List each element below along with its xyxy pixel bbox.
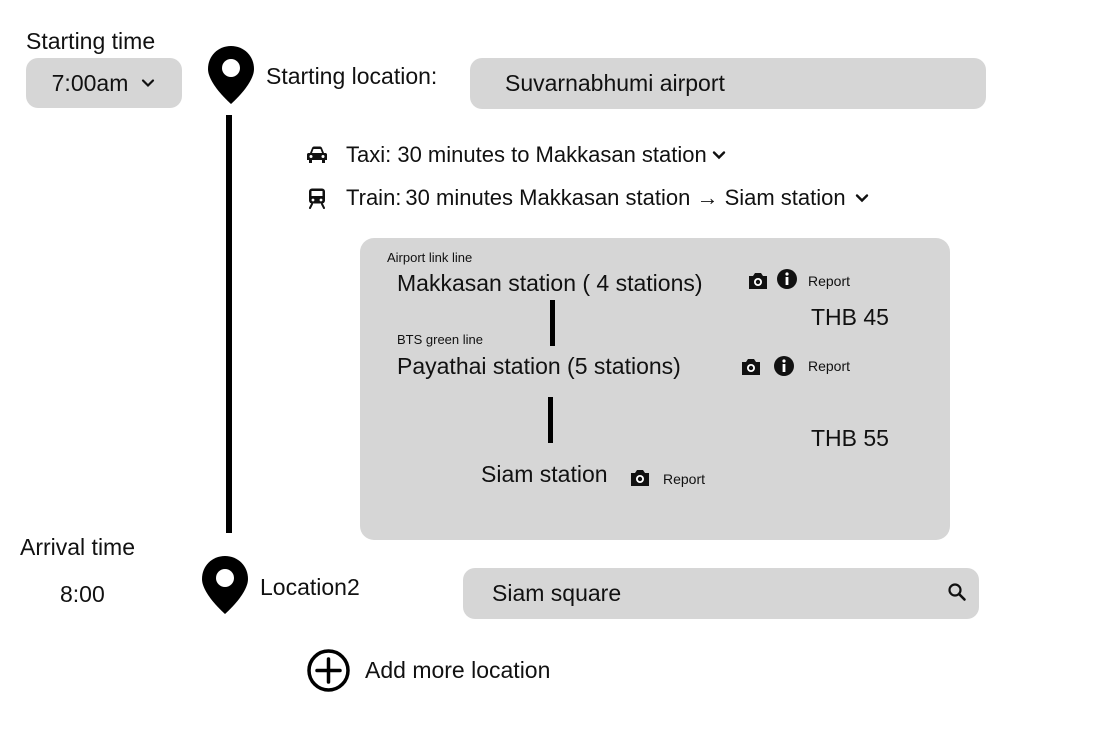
location-pin-icon (208, 46, 254, 104)
station-name: Payathai station (5 stations) (397, 353, 681, 379)
train-icon (309, 188, 325, 209)
report-link[interactable]: Report (808, 358, 850, 374)
starting-time-select[interactable]: 7:00am (26, 58, 182, 108)
destination-label: Location2 (260, 574, 360, 600)
chevron-down-icon (142, 79, 155, 88)
arrival-time-value: 8:00 (60, 581, 105, 607)
starting-location-value: Suvarnabhumi airport (505, 70, 725, 96)
fare-price: THB 45 (811, 304, 889, 330)
report-link[interactable]: Report (808, 273, 850, 289)
info-icon[interactable] (776, 268, 798, 290)
chevron-down-icon[interactable] (854, 190, 870, 206)
destination-value: Siam square (492, 580, 622, 606)
search-icon[interactable] (947, 582, 967, 602)
add-location-label: Add more location (365, 657, 551, 683)
starting-location-field[interactable]: Suvarnabhumi airport (470, 58, 986, 109)
camera-icon[interactable] (629, 468, 651, 488)
camera-icon[interactable] (740, 357, 762, 377)
chevron-down-icon[interactable] (711, 147, 727, 163)
step-train[interactable]: Train: 30 minutes Makkasan station → Sia… (306, 185, 870, 211)
step-taxi[interactable]: Taxi: 30 minutes to Makkasan station (306, 142, 727, 168)
starting-time-value: 7:00am (51, 69, 129, 96)
step-taxi-text: Taxi: 30 minutes to Makkasan station (346, 142, 707, 167)
car-icon (307, 146, 327, 163)
route-line (226, 115, 232, 533)
station-name: Makkasan station ( 4 stations) (397, 270, 703, 296)
camera-icon[interactable] (747, 271, 769, 291)
line-name: BTS green line (397, 332, 483, 347)
report-link[interactable]: Report (663, 471, 705, 487)
line-name: Airport link line (387, 250, 473, 265)
step-train-mode: Train: (346, 185, 402, 210)
destination-search-field[interactable]: Siam square (463, 568, 979, 619)
starting-time-label: Starting time (26, 28, 156, 54)
starting-location-label: Starting location: (266, 63, 438, 89)
arrival-time-label: Arrival time (20, 534, 136, 560)
info-icon[interactable] (773, 355, 795, 377)
segment-connector (550, 300, 555, 346)
location-pin-icon (202, 556, 248, 614)
step-train-text: 30 minutes Makkasan station → Siam stati… (405, 185, 846, 210)
segment-connector (548, 397, 553, 443)
station-name: Siam station (481, 461, 608, 487)
add-location-button[interactable]: Add more location (306, 648, 550, 693)
fare-price: THB 55 (811, 425, 889, 451)
add-circle-icon (307, 649, 350, 692)
